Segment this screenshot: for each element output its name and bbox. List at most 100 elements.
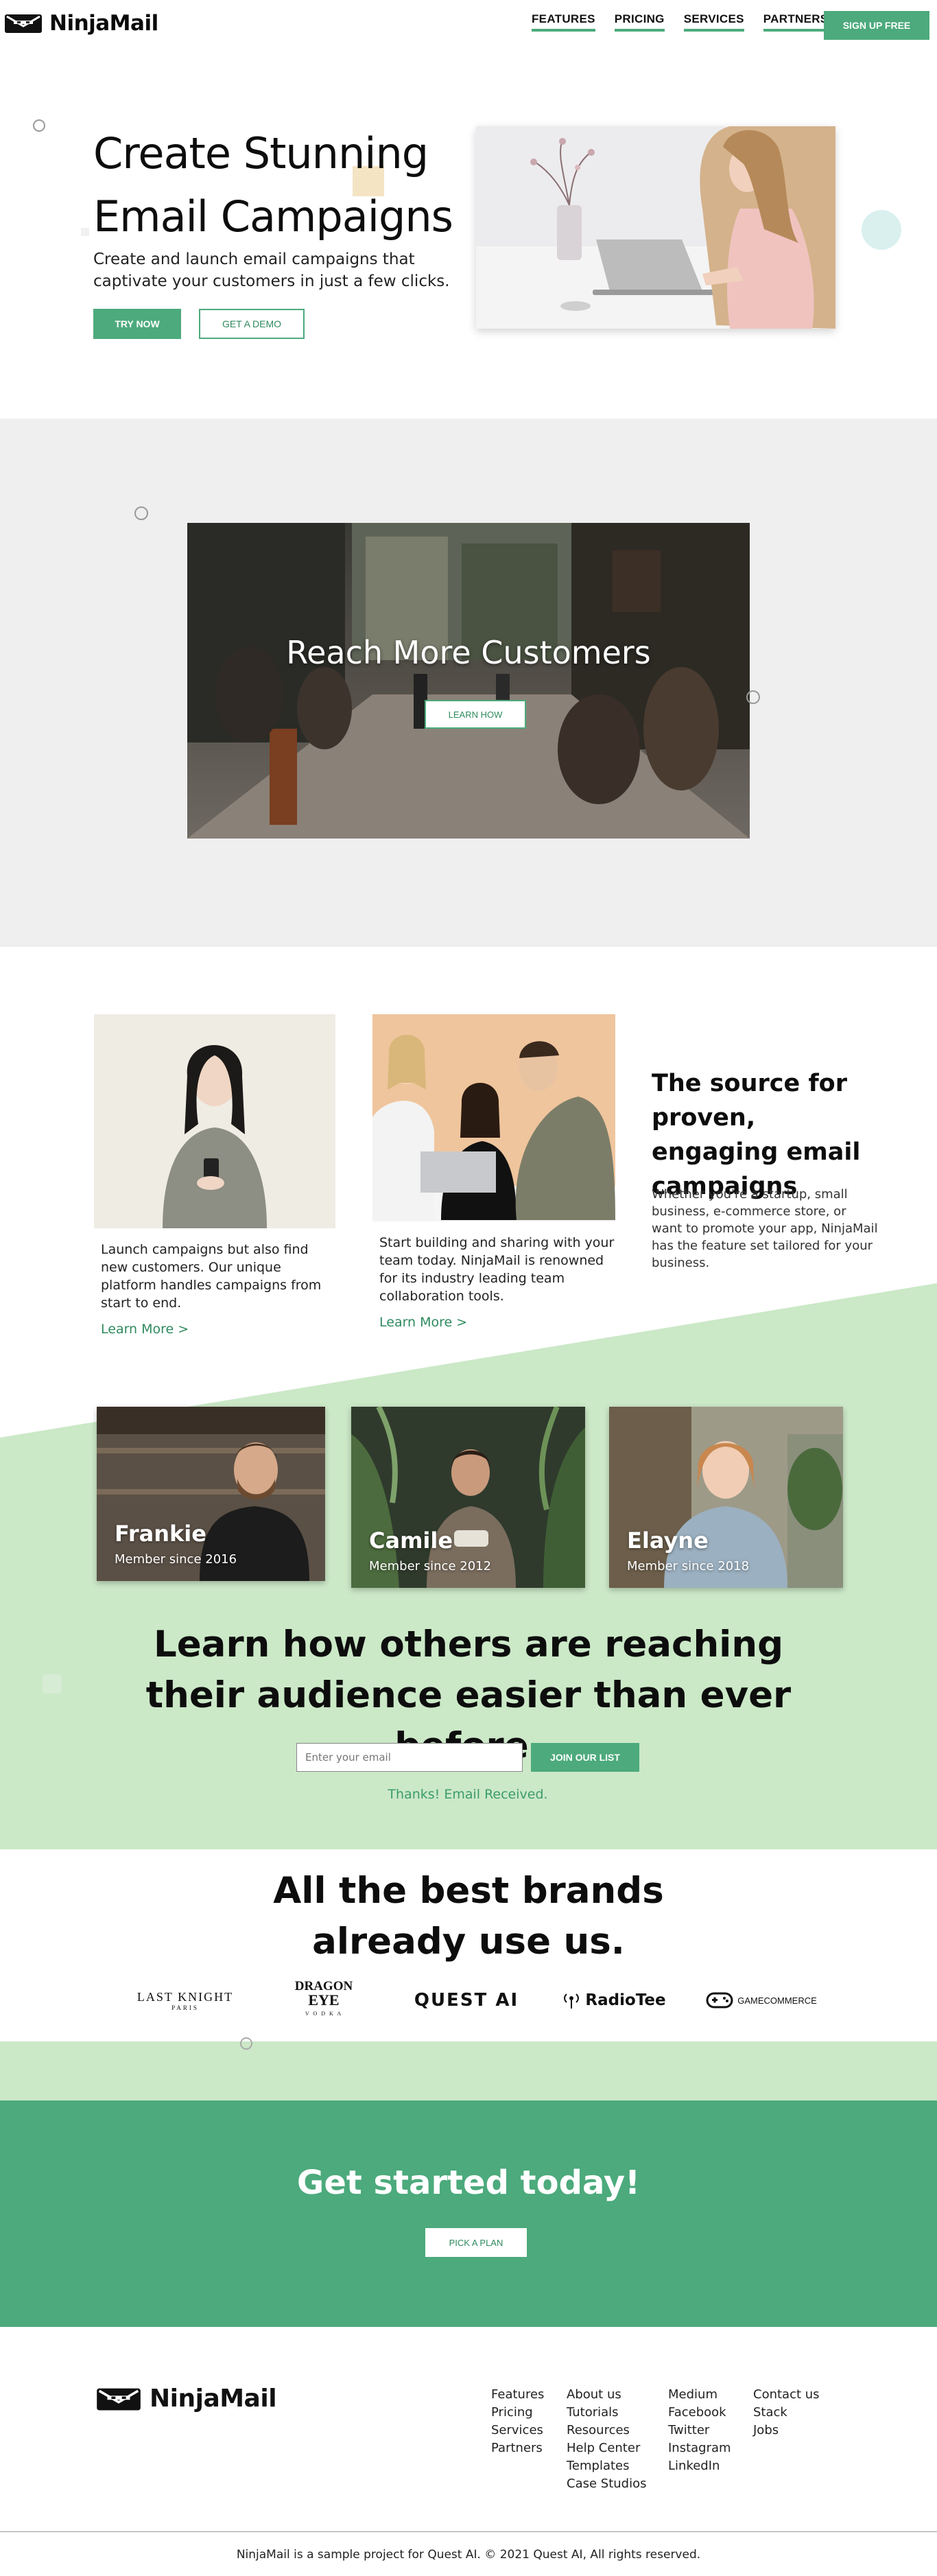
ninjamail-logo[interactable]: NinjaMail bbox=[4, 10, 158, 37]
member-name: Camile bbox=[369, 1527, 453, 1554]
decorative-circle bbox=[240, 2037, 252, 2050]
envelope-logo-icon bbox=[97, 2388, 141, 2410]
footer-column-company: About us Tutorials Resources Help Center… bbox=[567, 2386, 646, 2493]
decorative-circle bbox=[134, 506, 148, 520]
brands-title: All the best brands already use us. bbox=[273, 1870, 664, 1963]
sign-up-free-button[interactable]: SIGN UP FREE bbox=[824, 11, 929, 40]
features-body: Whether you're a startup, small business… bbox=[652, 1187, 878, 1270]
quest-ai-logo: QUEST AI bbox=[405, 1980, 528, 2021]
hero-section: Create Stunning Email Campaigns Create a… bbox=[0, 48, 937, 419]
footer-link-help-center[interactable]: Help Center bbox=[567, 2439, 646, 2457]
footer-logo[interactable]: NinjaMail bbox=[96, 2385, 277, 2413]
footer-column-contact: Contact us Stack Jobs bbox=[753, 2386, 820, 2439]
footer-link-resources[interactable]: Resources bbox=[567, 2422, 646, 2439]
hero-subtitle: Create and launch email campaigns that c… bbox=[93, 250, 450, 290]
last-knight-subtitle: PARIS bbox=[171, 2004, 199, 2011]
footer-link-medium[interactable]: Medium bbox=[668, 2386, 731, 2404]
brand-logos: LAST KNIGHT PARIS DRAGON EYE V O D K A Q… bbox=[103, 1980, 857, 2021]
footer-link-facebook[interactable]: Facebook bbox=[668, 2404, 731, 2422]
footer-divider bbox=[0, 2531, 937, 2532]
join-our-list-button[interactable]: JOIN OUR LIST bbox=[531, 1743, 639, 1772]
footer-column-product: Features Pricing Services Partners bbox=[491, 2386, 544, 2457]
decorative-square bbox=[43, 1674, 62, 1694]
learn-how-button[interactable]: LEARN HOW bbox=[425, 700, 526, 729]
decorative-circle bbox=[33, 119, 45, 132]
nav-link-features[interactable]: FEATURES bbox=[532, 12, 595, 32]
gamepad-icon bbox=[706, 1992, 733, 2009]
last-knight-wordmark: LAST KNIGHT bbox=[137, 1989, 234, 2004]
footer-link-pricing[interactable]: Pricing bbox=[491, 2404, 544, 2422]
member-since: Member since 2018 bbox=[627, 1559, 750, 1573]
nav-links: FEATURES PRICING SERVICES PARTNERS bbox=[532, 12, 829, 32]
footer-logo-wordmark: NinjaMail bbox=[150, 2385, 277, 2413]
top-nav: NinjaMail FEATURES PRICING SERVICES PART… bbox=[0, 0, 937, 48]
feature-card: Launch campaigns but also find new custo… bbox=[94, 1014, 335, 1337]
footer-link-services[interactable]: Services bbox=[491, 2422, 544, 2439]
get-a-demo-button[interactable]: GET A DEMO bbox=[199, 309, 305, 339]
team-laptop-photo bbox=[372, 1014, 615, 1221]
learn-more-link[interactable]: Learn More > bbox=[372, 1315, 615, 1330]
features-title: The source for proven, engaging email ca… bbox=[652, 1070, 861, 1200]
cta-section: Get started today! PICK A PLAN bbox=[0, 2100, 937, 2327]
member-since: Member since 2016 bbox=[115, 1552, 237, 1567]
member-name: Frankie bbox=[115, 1521, 206, 1547]
nav-link-pricing[interactable]: PRICING bbox=[614, 12, 665, 32]
feature-card-text: Launch campaigns but also find new custo… bbox=[101, 1242, 322, 1311]
last-knight-logo: LAST KNIGHT PARIS bbox=[117, 1980, 254, 2021]
banner-title: Reach More Customers bbox=[286, 634, 651, 671]
dragon-eye-line-2: EYE bbox=[308, 1991, 340, 2009]
footer-link-twitter[interactable]: Twitter bbox=[668, 2422, 731, 2439]
hero-title: Create Stunning Email Campaigns bbox=[93, 128, 453, 242]
member-name: Elayne bbox=[627, 1527, 709, 1554]
decorative-circle bbox=[746, 690, 760, 704]
brands-section: All the best brands already use us. LAST… bbox=[0, 1849, 937, 2041]
dragon-eye-line-3: V O D K A bbox=[305, 2011, 343, 2017]
radiotee-logo: RadioTee bbox=[556, 1980, 672, 2021]
footer-link-templates[interactable]: Templates bbox=[567, 2457, 646, 2475]
footer-link-contact-us[interactable]: Contact us bbox=[753, 2386, 820, 2404]
banner-photo bbox=[187, 523, 750, 839]
dragon-eye-logo: DRAGON EYE V O D K A bbox=[283, 1980, 365, 2021]
woman-with-phone-photo bbox=[94, 1014, 335, 1228]
member-since: Member since 2012 bbox=[369, 1559, 492, 1573]
light-green-band bbox=[0, 2037, 937, 2100]
decorative-circle-teal bbox=[862, 210, 901, 250]
email-input[interactable] bbox=[296, 1743, 523, 1772]
cta-title: Get started today! bbox=[296, 2164, 641, 2202]
envelope-logo-icon bbox=[5, 14, 42, 33]
member-card-camile[interactable]: Camile Member since 2012 bbox=[351, 1407, 585, 1588]
nav-link-services[interactable]: SERVICES bbox=[683, 12, 744, 32]
email-received-message: Thanks! Email Received. bbox=[388, 1787, 548, 1802]
footer-link-tutorials[interactable]: Tutorials bbox=[567, 2404, 646, 2422]
footer-link-linkedin[interactable]: LinkedIn bbox=[668, 2457, 731, 2475]
footer-link-features[interactable]: Features bbox=[491, 2386, 544, 2404]
footer-link-case-studios[interactable]: Case Studios bbox=[567, 2475, 646, 2493]
learn-more-link[interactable]: Learn More > bbox=[94, 1322, 335, 1337]
decorative-square bbox=[81, 228, 89, 236]
hero-illustration bbox=[476, 126, 835, 329]
gamecommerce-wordmark: GAMECOMMERCE bbox=[737, 1995, 817, 2006]
radiotee-wordmark: RadioTee bbox=[585, 1991, 666, 2009]
footer-link-jobs[interactable]: Jobs bbox=[753, 2422, 820, 2439]
footer-link-instagram[interactable]: Instagram bbox=[668, 2439, 731, 2457]
quest-ai-wordmark: QUEST AI bbox=[414, 1990, 519, 2011]
nav-link-partners[interactable]: PARTNERS bbox=[763, 12, 829, 32]
radio-antenna-icon bbox=[564, 1993, 580, 2009]
try-now-button[interactable]: TRY NOW bbox=[93, 309, 181, 339]
feature-card: Start building and sharing with your tea… bbox=[372, 1014, 615, 1330]
hero-image-woman-laptop bbox=[476, 126, 835, 329]
footer: NinjaMail Features Pricing Services Part… bbox=[0, 2327, 937, 2576]
pick-a-plan-button[interactable]: PICK A PLAN bbox=[425, 2228, 527, 2257]
member-card-elayne[interactable]: Elayne Member since 2018 bbox=[609, 1407, 843, 1588]
footer-link-stack[interactable]: Stack bbox=[753, 2404, 820, 2422]
logo-wordmark: NinjaMail bbox=[49, 11, 158, 36]
copyright-text: NinjaMail is a sample project for Quest … bbox=[236, 2548, 701, 2562]
footer-link-about-us[interactable]: About us bbox=[567, 2386, 646, 2404]
features-section: Launch campaigns but also find new custo… bbox=[0, 947, 937, 1849]
gamecommerce-logo: GAMECOMMERCE bbox=[700, 1980, 823, 2021]
member-card-frankie[interactable]: Frankie Member since 2016 bbox=[97, 1407, 325, 1581]
card-image bbox=[372, 1014, 615, 1221]
feature-card-text: Start building and sharing with your tea… bbox=[379, 1235, 615, 1304]
footer-column-social: Medium Facebook Twitter Instagram Linked… bbox=[668, 2386, 731, 2475]
footer-link-partners[interactable]: Partners bbox=[491, 2439, 544, 2457]
